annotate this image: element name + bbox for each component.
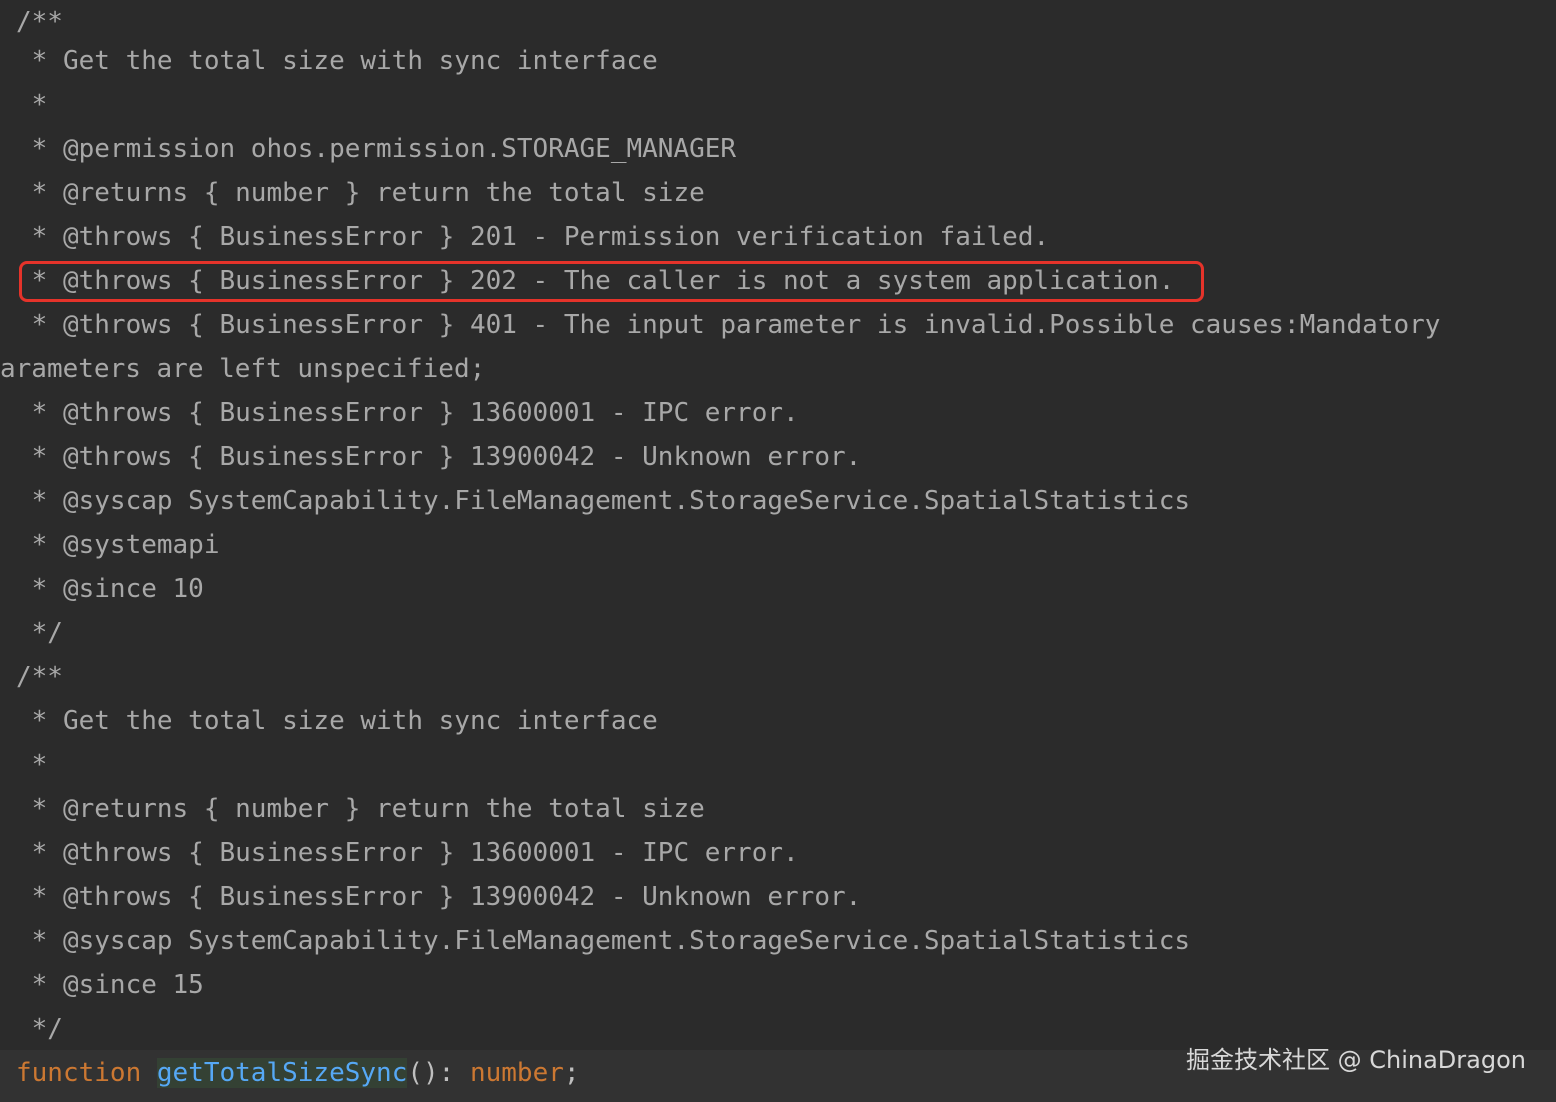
comment-line: * @syscap SystemCapability.FileManagemen… — [16, 926, 1190, 956]
comment-line: * @throws { BusinessError } 13900042 - U… — [16, 442, 862, 472]
comment-line: * Get the total size with sync interface — [16, 706, 658, 736]
comment-line-wrapped: arameters are left unspecified; — [0, 354, 486, 384]
comment-line: * @throws { BusinessError } 201 - Permis… — [16, 222, 1050, 252]
comment-line: * @throws { BusinessError } 13900042 - U… — [16, 882, 862, 912]
comment-line: * @throws { BusinessError } 401 - The in… — [16, 310, 1441, 340]
comment-line: * @since 10 — [16, 574, 204, 604]
parameter-list: () — [407, 1058, 439, 1088]
comment-line: * Get the total size with sync interface — [16, 46, 658, 76]
comment-line: * @permission ohos.permission.STORAGE_MA… — [16, 134, 737, 164]
comment-line: * — [16, 90, 48, 120]
comment-line: * @returns { number } return the total s… — [16, 794, 705, 824]
function-declaration[interactable]: function getTotalSizeSync(): number; — [16, 1051, 580, 1095]
function-name[interactable]: getTotalSizeSync — [156, 1058, 408, 1088]
comment-line: /** — [16, 7, 63, 37]
comment-line: */ — [16, 1014, 63, 1044]
comment-line: * @systemapi — [16, 530, 220, 560]
red-highlight-box — [19, 261, 1204, 302]
comment-line: /** — [16, 662, 63, 692]
comment-line: * — [16, 750, 48, 780]
comment-line: * @syscap SystemCapability.FileManagemen… — [16, 486, 1190, 516]
code-editor[interactable]: /** * Get the total size with sync inter… — [0, 0, 1556, 1102]
keyword-function: function — [16, 1058, 142, 1088]
comment-line: * @throws { BusinessError } 13600001 - I… — [16, 398, 799, 428]
comment-line: * @returns { number } return the total s… — [16, 178, 705, 208]
comment-line: * @since 15 — [16, 970, 204, 1000]
comment-line: * @throws { BusinessError } 13600001 - I… — [16, 838, 799, 868]
watermark: 掘金技术社区 @ ChinaDragon — [1186, 1046, 1526, 1074]
comment-line: */ — [16, 618, 63, 648]
return-type: number — [469, 1058, 564, 1088]
